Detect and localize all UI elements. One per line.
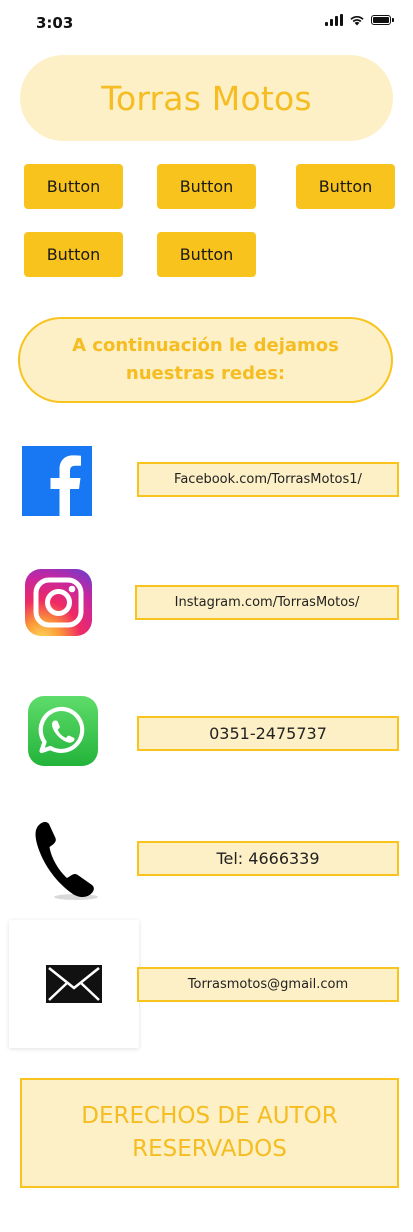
copyright-notice: DERECHOS DE AUTOR RESERVADOS: [20, 1078, 399, 1188]
header-title: Torras Motos: [20, 55, 393, 141]
phone-icon[interactable]: [30, 818, 102, 902]
whatsapp-number[interactable]: 0351-2475737: [137, 716, 399, 751]
whatsapp-icon[interactable]: [28, 696, 98, 766]
button-4[interactable]: Button: [24, 232, 123, 277]
email-address[interactable]: Torrasmotos@gmail.com: [137, 967, 399, 1002]
button-3[interactable]: Button: [296, 164, 395, 209]
instagram-link[interactable]: Instagram.com/TorrasMotos/: [135, 585, 399, 620]
status-time: 3:03: [36, 14, 74, 32]
button-5[interactable]: Button: [157, 232, 256, 277]
facebook-link[interactable]: Facebook.com/TorrasMotos1/: [137, 462, 399, 497]
instagram-icon[interactable]: [25, 569, 92, 636]
mail-icon[interactable]: [46, 965, 102, 1003]
wifi-icon: [350, 15, 364, 26]
battery-icon: [371, 15, 394, 25]
button-1[interactable]: Button: [24, 164, 123, 209]
social-intro: A continuación le dejamos nuestras redes…: [18, 317, 393, 403]
signal-icon: [325, 14, 343, 26]
phone-number[interactable]: Tel: 4666339: [137, 841, 399, 876]
status-icons: [325, 14, 394, 26]
button-2[interactable]: Button: [157, 164, 256, 209]
facebook-icon[interactable]: [22, 446, 92, 516]
